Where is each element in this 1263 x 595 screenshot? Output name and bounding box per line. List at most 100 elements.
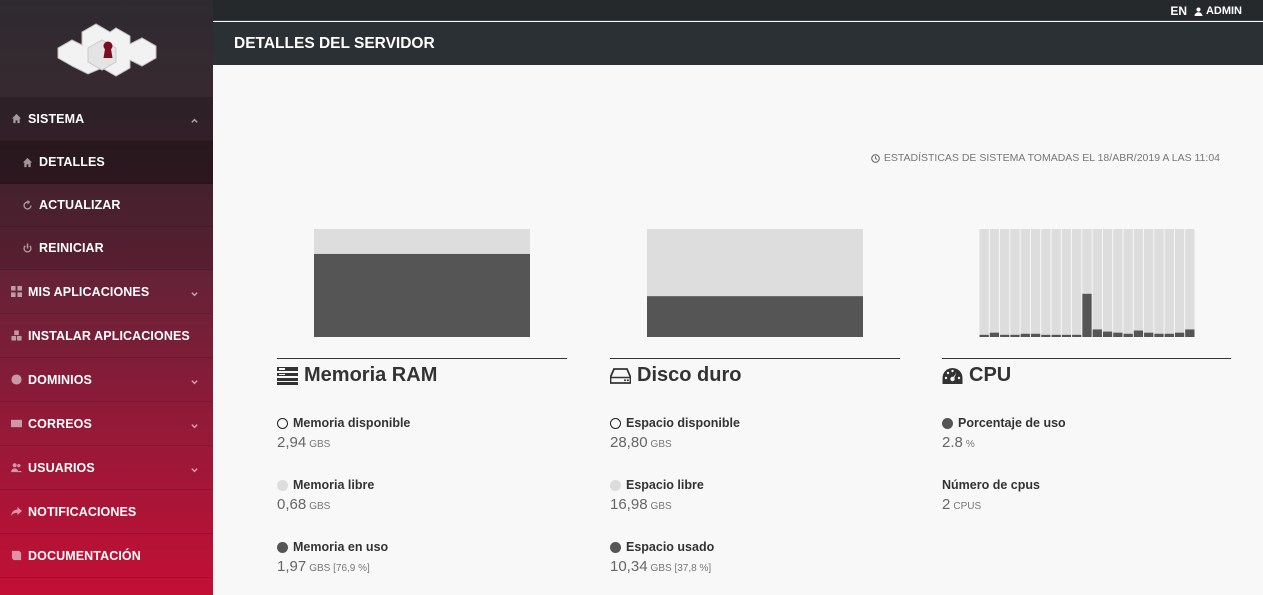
chart-bar xyxy=(1020,333,1030,337)
chart-bar xyxy=(979,334,989,337)
metric-unit: GBS [37,8 %] xyxy=(650,563,712,574)
chevron-down-icon xyxy=(190,419,199,428)
chart-bar-background xyxy=(1010,229,1020,337)
disk-panel-title: Disco duro xyxy=(610,364,741,387)
chevron-down-icon xyxy=(190,375,199,384)
envelope-icon xyxy=(10,417,23,430)
chart-bar xyxy=(1051,334,1061,337)
chevron-down-icon xyxy=(190,463,199,472)
sidebar-item-label: CORREOS xyxy=(28,416,92,431)
sidebar-item-mis-aplicaciones[interactable]: MIS APLICACIONES xyxy=(0,270,213,314)
sidebar-item-label: INSTALAR APLICACIONES xyxy=(28,328,190,343)
chart-bar-background xyxy=(1144,229,1154,337)
chart-bar xyxy=(1092,329,1102,337)
chart-bar xyxy=(1041,334,1051,337)
chart-bar-background xyxy=(1123,229,1133,337)
cpu-usage-chart xyxy=(979,229,1195,337)
cubes-icon xyxy=(10,329,23,342)
chart-bar-background xyxy=(1113,229,1123,337)
sidebar-item-instalar-aplicaciones[interactable]: INSTALAR APLICACIONES xyxy=(0,314,213,358)
metric-value: 0,68 xyxy=(277,496,307,513)
cpu-panel-title: CPU xyxy=(942,364,1011,387)
chart-bar xyxy=(1010,334,1020,337)
legend-outline-dot xyxy=(610,417,621,429)
sidebar-item-reiniciar[interactable]: REINICIAR xyxy=(0,227,213,270)
panel-divider xyxy=(277,358,567,359)
chart-bar-background xyxy=(1154,229,1164,337)
sidebar-item-label: DETALLES xyxy=(39,155,105,169)
chart-bar-background xyxy=(979,229,989,337)
metric-value: 2.8 xyxy=(942,434,963,451)
hdd-icon xyxy=(610,367,631,384)
metric-espacio-libre: Espacio libre 16,98 GBS xyxy=(610,478,704,513)
language-selector[interactable]: EN xyxy=(1170,4,1187,18)
sidebar-item-label: MIS APLICACIONES xyxy=(28,284,150,299)
metric-value: 2 xyxy=(942,496,951,513)
chart-bar-background xyxy=(989,229,1000,337)
dashboard-icon xyxy=(942,367,963,384)
sidebar-item-documentacion[interactable]: DOCUMENTACIÓN xyxy=(0,534,213,578)
chart-bar xyxy=(1030,333,1041,337)
chart-bar-background xyxy=(1072,229,1082,337)
chart-used-bar xyxy=(314,253,530,337)
chart-bar-background xyxy=(1061,229,1072,337)
sidebar-item-actualizar[interactable]: ACTUALIZAR xyxy=(0,184,213,227)
metric-value: 2,94 xyxy=(277,434,307,451)
chart-bar xyxy=(1061,334,1072,337)
sidebar-item-detalles[interactable]: DETALLES xyxy=(0,141,213,184)
metric-value: 10,34 xyxy=(610,558,648,575)
sidebar-item-label: ACTUALIZAR xyxy=(39,198,121,212)
cloud-lock-logo-icon[interactable] xyxy=(52,18,160,78)
sidebar-item-dominios[interactable]: DOMINIOS xyxy=(0,358,213,402)
chart-bar-background xyxy=(1000,229,1010,337)
legend-free-dot xyxy=(277,479,288,491)
stats-timestamp-text: ESTADÍSTICAS DE SISTEMA TOMADAS EL 18/AB… xyxy=(883,152,1220,164)
chart-bar-background xyxy=(1174,229,1185,337)
panel-divider xyxy=(610,358,900,359)
sidebar-item-sistema[interactable]: SISTEMA xyxy=(0,97,213,141)
chevron-up-icon xyxy=(190,114,199,123)
chart-bar-background xyxy=(1133,229,1144,337)
chart-bar xyxy=(1154,333,1164,337)
chart-used-bar xyxy=(647,296,863,337)
metric-porcentaje-de-uso: Porcentaje de uso 2.8% xyxy=(942,416,1066,451)
chart-bar-background xyxy=(1030,229,1041,337)
share-icon xyxy=(10,505,23,518)
sidebar-item-label: DOMINIOS xyxy=(28,372,92,387)
sidebar-item-label: SISTEMA xyxy=(28,111,85,126)
sidebar-item-label: USUARIOS xyxy=(28,460,95,475)
chart-bar-background xyxy=(1102,229,1113,337)
chart-bar-background xyxy=(1020,229,1030,337)
chart-bar xyxy=(1102,331,1113,337)
chart-bar xyxy=(1164,333,1174,337)
metric-unit: GBS xyxy=(309,501,331,512)
globe-icon xyxy=(10,373,23,386)
chart-bar xyxy=(1113,332,1123,337)
chart-bar-background xyxy=(1164,229,1174,337)
disk-usage-chart xyxy=(647,229,863,337)
sidebar-nav: SISTEMA DETALLES ACTUALIZAR REINICIAR MI… xyxy=(0,97,213,578)
home-icon xyxy=(21,156,34,169)
stats-timestamp: ESTADÍSTICAS DE SISTEMA TOMADAS EL 18/AB… xyxy=(871,152,1220,164)
metric-espacio-disponible: Espacio disponible 28,80 GBS xyxy=(610,416,740,451)
grid-icon xyxy=(10,285,23,298)
metric-memoria-en-uso: Memoria en uso 1,97 GBS [76,9 %] xyxy=(277,540,389,575)
legend-outline-dot xyxy=(277,417,288,429)
metric-numero-de-cpus: Número de cpus 2 CPUS xyxy=(942,478,1040,513)
metric-espacio-usado: Espacio usado 10,34 GBS [37,8 %] xyxy=(610,540,715,575)
legend-used-dot xyxy=(277,541,288,553)
metric-unit: % xyxy=(965,439,975,450)
sidebar-item-correos[interactable]: CORREOS xyxy=(0,402,213,446)
chevron-down-icon xyxy=(190,287,199,296)
sidebar-item-notificaciones[interactable]: NOTIFICACIONES xyxy=(0,490,213,534)
chart-bar-background xyxy=(1041,229,1051,337)
sidebar-item-usuarios[interactable]: USUARIOS xyxy=(0,446,213,490)
user-menu[interactable]: ADMIN xyxy=(1194,5,1242,17)
chart-bar xyxy=(1082,293,1092,337)
page-title: DETALLES DEL SERVIDOR xyxy=(234,35,435,52)
chart-bar-background xyxy=(1092,229,1102,337)
metric-unit: GBS xyxy=(309,439,331,450)
legend-used-dot xyxy=(610,541,621,553)
legend-used-dot xyxy=(942,417,953,429)
chart-bar xyxy=(1123,333,1133,337)
